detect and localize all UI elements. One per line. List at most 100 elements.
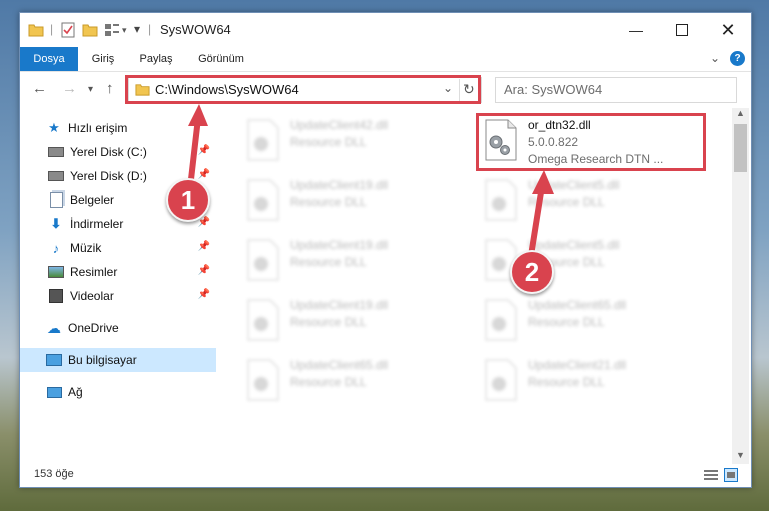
up-arrow-icon[interactable]: ↑ <box>106 80 114 97</box>
close-button[interactable]: ✕ <box>705 13 751 47</box>
title-bar: | ▾ ▾ | SysWOW64 — ✕ <box>20 13 751 47</box>
annotation-badge-one: 1 <box>166 178 210 222</box>
network-icon <box>46 384 62 400</box>
list-item[interactable]: UpdateClient65.dll Resource DLL <box>482 294 707 348</box>
computer-icon <box>46 352 62 368</box>
scroll-down-icon[interactable]: ▼ <box>736 450 745 460</box>
pin-icon[interactable]: 📌 <box>198 169 210 180</box>
help-icon[interactable]: ? <box>730 51 745 66</box>
sidebar-item-onedrive[interactable]: ☁ OneDrive <box>20 316 216 340</box>
back-arrow-icon[interactable]: ← <box>32 80 47 97</box>
tab-share[interactable]: Paylaş <box>132 47 180 71</box>
sidebar-item-quick-access[interactable]: ★ Hızlı erişim <box>20 116 216 140</box>
tab-home[interactable]: Giriş <box>82 47 124 71</box>
file-type: Resource DLL <box>290 195 367 209</box>
file-name: UpdateClient19.dll <box>290 238 389 252</box>
list-item[interactable]: UpdateClient19.dll Resource DLL <box>244 174 469 228</box>
file-type: Resource DLL <box>290 315 367 329</box>
sidebar-item-label: Ağ <box>68 385 83 399</box>
dll-file-icon <box>244 298 282 342</box>
file-name: UpdateClient5.dll <box>528 238 620 252</box>
dll-file-icon <box>482 358 520 402</box>
item-count: 153 öğe <box>34 468 74 480</box>
dll-file-icon <box>482 178 520 222</box>
folder-icon <box>28 24 44 37</box>
window-title: SysWOW64 <box>160 22 231 37</box>
list-item[interactable]: UpdateClient5.dll Resource DLL <box>482 174 707 228</box>
sidebar-item-label: Resimler <box>70 265 118 279</box>
download-icon: ⬇ <box>50 216 62 231</box>
search-input[interactable]: Ara: SysWOW64 <box>495 77 737 103</box>
sidebar-item-label: Yerel Disk (C:) <box>70 145 147 159</box>
documents-icon <box>48 192 64 208</box>
file-name: UpdateClient19.dll <box>290 178 389 192</box>
list-item[interactable]: UpdateClient65.dll Resource DLL <box>244 354 469 408</box>
separator: | <box>50 22 54 36</box>
list-item[interactable]: UpdateClient19.dll Resource DLL <box>244 294 469 348</box>
file-highlight-box <box>476 113 706 171</box>
list-item[interactable]: UpdateClient42.dll Resource DLL <box>244 114 469 168</box>
maximize-icon <box>676 24 688 36</box>
sidebar-item-label: İndirmeler <box>70 217 124 231</box>
star-icon: ★ <box>48 120 60 135</box>
scroll-up-icon[interactable]: ▲ <box>736 108 745 118</box>
customize-toolbar-icon[interactable]: ▾ <box>134 22 140 38</box>
expand-ribbon-icon[interactable]: ⌄ <box>710 51 720 65</box>
tab-file[interactable]: Dosya <box>20 47 78 71</box>
pin-icon[interactable]: 📌 <box>198 265 210 276</box>
sidebar-item-label: Bu bilgisayar <box>68 353 137 367</box>
drive-icon <box>48 144 64 160</box>
vertical-scrollbar[interactable]: ▲ ▼ <box>732 108 749 464</box>
sidebar-item-videos[interactable]: Videolar 📌 <box>20 284 216 308</box>
videos-icon <box>48 288 64 304</box>
details-view-icon[interactable] <box>704 469 718 481</box>
sidebar-item-label: Müzik <box>70 241 102 255</box>
file-name: UpdateClient5.dll <box>528 178 620 192</box>
sidebar-item-this-pc[interactable]: Bu bilgisayar <box>20 348 216 372</box>
tab-view[interactable]: Görünüm <box>190 47 252 71</box>
pin-icon[interactable]: 📌 <box>198 145 210 156</box>
minimize-button[interactable]: — <box>613 13 659 47</box>
sidebar-item-label: Hızlı erişim <box>68 121 128 135</box>
pictures-icon <box>48 264 64 280</box>
file-name: UpdateClient65.dll <box>528 298 627 312</box>
file-type: Resource DLL <box>528 375 605 389</box>
sidebar-item-music[interactable]: ♪ Müzik 📌 <box>20 236 216 260</box>
new-folder-icon[interactable] <box>82 22 98 38</box>
sidebar-item-label: OneDrive <box>68 321 119 335</box>
forward-arrow-icon[interactable]: → <box>62 80 77 97</box>
scrollbar-thumb[interactable] <box>734 124 747 172</box>
file-type: Resource DLL <box>528 315 605 329</box>
file-name: UpdateClient65.dll <box>290 358 389 372</box>
maximize-button[interactable] <box>659 13 705 47</box>
list-item[interactable]: UpdateClient19.dll Resource DLL <box>244 234 469 288</box>
sidebar-item-local-disk-c[interactable]: Yerel Disk (C:) 📌 <box>20 140 216 164</box>
pin-icon[interactable]: 📌 <box>198 241 210 252</box>
view-dropdown-icon[interactable]: ▾ <box>122 25 127 41</box>
view-icon[interactable] <box>104 22 120 38</box>
file-name: UpdateClient21.dll <box>528 358 627 372</box>
large-icons-view-icon[interactable] <box>724 468 738 482</box>
file-name: UpdateClient19.dll <box>290 298 389 312</box>
dll-file-icon <box>482 298 520 342</box>
sidebar-item-label: Belgeler <box>70 193 115 207</box>
dll-file-icon <box>244 238 282 282</box>
minimize-icon: — <box>629 22 643 38</box>
navigation-pane: ★ Hızlı erişim Yerel Disk (C:) 📌 Yerel Dis… <box>20 108 216 458</box>
list-item[interactable]: UpdateClient21.dll Resource DLL <box>482 354 707 408</box>
drive-icon <box>48 168 64 184</box>
properties-icon[interactable] <box>60 22 76 38</box>
sidebar-item-network[interactable]: Ağ <box>20 380 216 404</box>
sidebar-item-pictures[interactable]: Resimler 📌 <box>20 260 216 284</box>
status-bar: 153 öğe <box>20 464 751 487</box>
file-type: Resource DLL <box>290 375 367 389</box>
search-placeholder: Ara: SysWOW64 <box>504 82 603 97</box>
separator: | <box>148 22 152 36</box>
pin-icon[interactable]: 📌 <box>198 289 210 300</box>
file-name: UpdateClient42.dll <box>290 118 389 132</box>
address-bar-highlight <box>125 75 481 104</box>
ribbon: Dosya Giriş Paylaş Görünüm ⌄ ? <box>20 47 751 72</box>
cloud-icon: ☁ <box>47 319 61 336</box>
file-type: Resource DLL <box>290 135 367 149</box>
recent-locations-icon[interactable]: ▾ <box>88 84 93 95</box>
